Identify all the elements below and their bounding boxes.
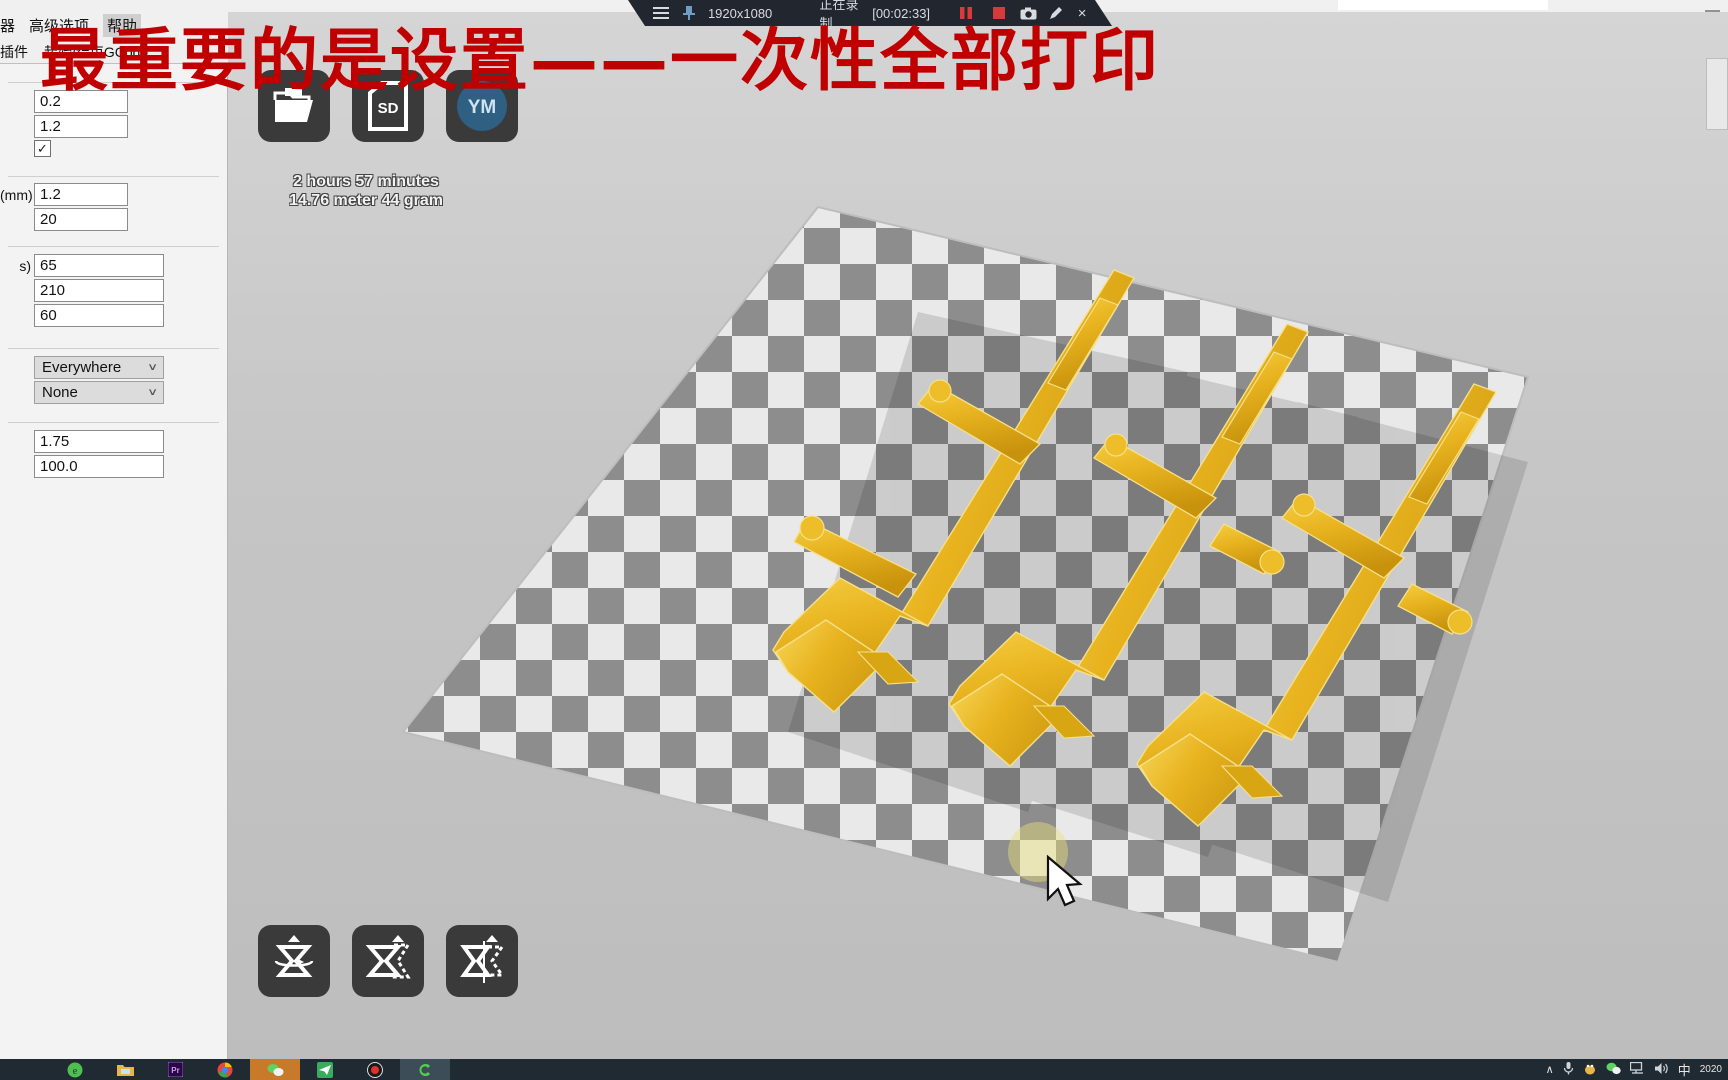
- network-glyph: [1629, 1061, 1643, 1074]
- volume-icon[interactable]: [1654, 1062, 1669, 1078]
- edge-icon: e: [67, 1062, 83, 1077]
- setting-select-platform-adhesion-value: None: [42, 384, 78, 401]
- setting-input-filament-flow[interactable]: 100.0: [34, 455, 164, 478]
- hamburger-glyph: [652, 7, 669, 19]
- setting-row-shell-thickness: 1.2: [0, 115, 128, 138]
- recorder-resolution: 1920x1080: [707, 5, 773, 21]
- wechat-tray-icon[interactable]: [1606, 1062, 1621, 1078]
- group-divider-filament: [8, 422, 219, 423]
- taskbar-icon-recorder[interactable]: [350, 1059, 400, 1080]
- 3d-viewport[interactable]: SD YM 2 hours 57 minutes 14.76 meter 44 …: [228, 12, 1728, 1059]
- setting-row-filament-flow: 100.0: [0, 455, 164, 478]
- svg-text:SD: SD: [378, 100, 399, 117]
- group-divider-support: [8, 348, 219, 349]
- tab-plugins[interactable]: 插件: [0, 42, 28, 62]
- recorder-icon: [367, 1061, 383, 1078]
- rotate-glyph: [274, 935, 314, 977]
- setting-checkbox-retraction[interactable]: ✓: [34, 140, 51, 157]
- screen: 器 高级选项 帮助 插件 起始/结束GCode 0.2 1.2 ✓ (mm) 1…: [0, 0, 1728, 1080]
- mirror-glyph: [460, 935, 505, 983]
- taskbar-icon-file-explorer[interactable]: [100, 1059, 150, 1080]
- taskbar-icon-wechat[interactable]: [250, 1059, 300, 1080]
- taskbar-icon-edge[interactable]: e: [50, 1059, 100, 1080]
- setting-row-platform-adhesion: None ∨: [0, 381, 164, 404]
- setting-select-support-type-value: Everywhere: [42, 359, 122, 376]
- file-explorer-icon: [116, 1064, 134, 1076]
- background-window-sliver: [1338, 0, 1548, 10]
- viewport-scrollbar[interactable]: [1706, 58, 1728, 130]
- svg-text:Pr: Pr: [171, 1066, 179, 1075]
- setting-label-print-speed: s): [19, 257, 31, 274]
- scale-icon[interactable]: [352, 925, 424, 997]
- cura-window: 器 高级选项 帮助 插件 起始/结束GCode 0.2 1.2 ✓ (mm) 1…: [0, 0, 1728, 1059]
- chevron-up-icon[interactable]: ∧: [1546, 1063, 1554, 1076]
- svg-text:e: e: [73, 1066, 78, 1077]
- setting-input-fill-density[interactable]: 20: [34, 208, 128, 231]
- microphone-icon[interactable]: [1563, 1061, 1574, 1078]
- setting-input-filament-diameter[interactable]: 1.75: [34, 430, 164, 453]
- setting-input-nozzle-temp[interactable]: 210: [34, 279, 164, 302]
- pause-glyph: [959, 7, 972, 19]
- annotation-text: 最重要的是设置——一次性全部打印: [40, 22, 1161, 101]
- setting-row-bottom-top-thickness: (mm) 1.2: [0, 183, 128, 206]
- setting-input-bed-temp[interactable]: 60: [34, 304, 164, 327]
- system-tray: ∧ 中 2020: [1546, 1059, 1728, 1080]
- recorder-timer: [00:02:33]: [872, 5, 931, 21]
- setting-row-fill-density: 20: [0, 208, 128, 231]
- taskbar-icon-chrome[interactable]: [200, 1059, 250, 1080]
- chevron-down-icon: ∨: [146, 362, 158, 373]
- print-material: 14.76 meter 44 gram: [289, 192, 443, 209]
- taskbar-start-button[interactable]: [0, 1059, 50, 1080]
- taskbar-icon-premiere[interactable]: Pr: [150, 1059, 200, 1080]
- microphone-glyph: [1563, 1062, 1573, 1075]
- setting-select-support-type[interactable]: Everywhere ∨: [34, 356, 164, 379]
- minimize-button[interactable]: —: [1705, 2, 1720, 19]
- settings-panel: 0.2 1.2 ✓ (mm) 1.2 20 s) 65 210 60 Every…: [0, 64, 228, 1059]
- wechat-tray-glyph: [1606, 1062, 1621, 1074]
- taskbar: e Pr: [0, 1059, 1728, 1080]
- setting-select-platform-adhesion[interactable]: None ∨: [34, 381, 164, 404]
- stop-glyph: [992, 7, 1005, 19]
- print-info: 2 hours 57 minutes 14.76 meter 44 gram: [246, 172, 486, 210]
- rotate-icon[interactable]: [258, 925, 330, 997]
- setting-input-shell-thickness[interactable]: 1.2: [34, 115, 128, 138]
- clock-date[interactable]: 2020: [1700, 1064, 1722, 1075]
- camera-glyph: [1020, 7, 1037, 19]
- group-divider-speed: [8, 246, 219, 247]
- setting-row-support-type: Everywhere ∨: [0, 356, 164, 379]
- setting-row-filament-diameter: 1.75: [0, 430, 164, 453]
- setting-row-bed-temp: 60: [0, 304, 164, 327]
- group-divider-fill: [8, 176, 219, 177]
- taskbar-icon-cura[interactable]: [400, 1059, 450, 1080]
- setting-row-print-speed: s) 65: [0, 254, 164, 277]
- qq-icon[interactable]: [1583, 1061, 1597, 1078]
- setting-row-retraction: ✓: [0, 140, 51, 157]
- taskbar-icon-telegram[interactable]: [300, 1059, 350, 1080]
- chevron-down-icon-2: ∨: [146, 387, 158, 398]
- ime-indicator[interactable]: 中: [1678, 1060, 1691, 1079]
- pin-glyph: [683, 6, 696, 20]
- premiere-icon: Pr: [167, 1062, 183, 1077]
- wechat-icon: [267, 1063, 283, 1076]
- setting-row-nozzle-temp: 210: [0, 279, 164, 302]
- build-plate-scene: [401, 205, 1530, 964]
- menu-item-printer[interactable]: 器: [0, 15, 15, 36]
- volume-glyph: [1654, 1062, 1668, 1074]
- network-icon[interactable]: [1629, 1061, 1645, 1077]
- viewport-view-icons: [258, 925, 518, 997]
- print-time: 2 hours 57 minutes: [293, 173, 439, 190]
- qq-glyph: [1584, 1061, 1596, 1075]
- chrome-icon: [217, 1062, 233, 1077]
- setting-input-bottom-top-thickness[interactable]: 1.2: [34, 183, 128, 206]
- setting-label-bottom-top-thickness: (mm): [0, 186, 33, 203]
- mirror-icon[interactable]: [446, 925, 518, 997]
- telegram-icon: [317, 1061, 333, 1078]
- scale-glyph: [365, 935, 411, 979]
- setting-input-print-speed[interactable]: 65: [34, 254, 164, 277]
- pencil-glyph: [1050, 7, 1063, 19]
- cura-icon: [419, 1063, 430, 1076]
